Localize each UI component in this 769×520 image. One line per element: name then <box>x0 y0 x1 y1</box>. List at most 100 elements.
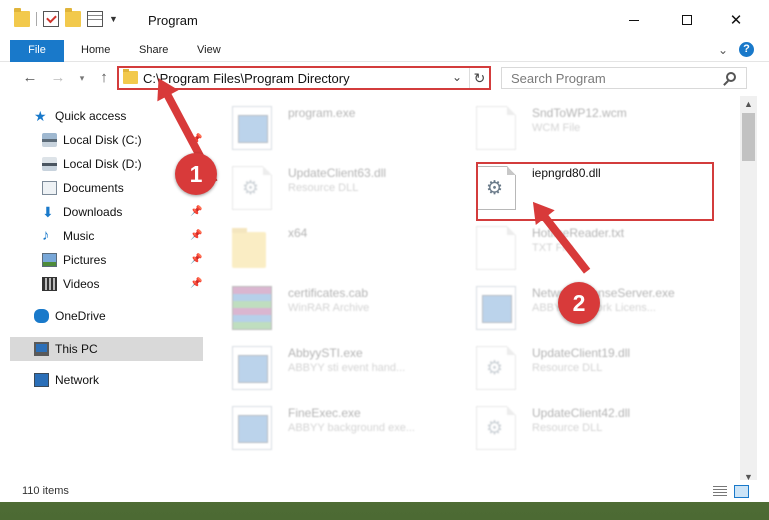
maximize-icon <box>682 15 692 25</box>
scroll-up-arrow-icon[interactable]: ▲ <box>740 96 757 113</box>
title-bar: ▼ Program ✕ <box>0 0 769 40</box>
sidebar-item-label: Downloads <box>63 205 123 219</box>
file-name: NetworkLicenseServer.exe <box>532 286 675 300</box>
sidebar-item-label: Quick access <box>55 109 127 123</box>
back-arrow-icon[interactable]: ← <box>20 68 40 88</box>
callout-step-2: 2 <box>558 282 600 324</box>
window-title: Program <box>148 13 198 28</box>
file-icon <box>476 226 516 270</box>
expand-ribbon-chevron-icon[interactable]: ⌄ <box>718 43 728 57</box>
gear-file-icon <box>232 166 272 210</box>
vertical-scrollbar[interactable]: ▲ ▼ <box>740 96 757 486</box>
file-highlight-box <box>476 162 714 221</box>
help-icon[interactable]: ? <box>739 42 754 57</box>
file-tile[interactable]: program.exe <box>224 100 474 158</box>
file-name: certificates.cab <box>288 286 369 300</box>
file-icon <box>476 106 516 150</box>
file-tile[interactable]: x64 <box>224 220 474 278</box>
exe-icon <box>476 286 516 330</box>
file-type: WCM File <box>532 122 581 134</box>
new-folder-icon[interactable] <box>65 8 81 27</box>
large-icons-view-icon[interactable] <box>734 485 749 498</box>
cloud-icon <box>34 309 49 323</box>
file-name: FineExec.exe <box>288 406 361 420</box>
search-box[interactable]: Search Program <box>501 67 747 89</box>
recent-locations-chevron-icon[interactable]: ▾ <box>72 68 92 88</box>
sidebar-item-label: Music <box>63 229 95 243</box>
sidebar-item-label: Pictures <box>63 253 107 267</box>
file-type: ABBYY sti event hand... <box>288 362 406 374</box>
refresh-icon[interactable]: ↻ <box>469 68 489 88</box>
drive-icon <box>42 133 57 147</box>
item-count: 110 items <box>22 485 69 497</box>
file-list: program.exe SndToWP12.wcm WCM File Updat… <box>212 100 740 478</box>
pin-icon[interactable]: 📌 <box>190 249 202 271</box>
customize-toolbar-chevron-icon[interactable]: ▼ <box>109 14 118 24</box>
status-bar: 110 items <box>0 480 769 502</box>
file-tile[interactable]: SndToWP12.wcm WCM File <box>468 100 718 158</box>
exe-icon <box>232 106 272 150</box>
maximize-button[interactable] <box>664 0 710 40</box>
address-dropdown-chevron-icon[interactable]: ⌄ <box>452 70 462 84</box>
file-type: ABBYY background exe... <box>288 422 415 434</box>
scrollbar-thumb[interactable] <box>742 113 755 161</box>
archive-icon <box>232 286 272 330</box>
search-input[interactable]: Search Program <box>511 71 606 86</box>
file-tile[interactable]: HotlineReader.txt TXT File <box>468 220 718 278</box>
pin-icon[interactable]: 📌 <box>190 201 202 223</box>
file-tile[interactable]: UpdateClient63.dll Resource DLL <box>224 160 474 218</box>
folder-icon[interactable] <box>14 8 30 27</box>
quick-access-toolbar: ▼ <box>14 8 118 27</box>
forward-arrow-icon[interactable]: → <box>48 68 68 88</box>
file-tile[interactable]: UpdateClient19.dll Resource DLL <box>468 340 718 398</box>
file-type: WinRAR Archive <box>288 302 370 314</box>
file-tile[interactable]: AbbyySTI.exe ABBYY sti event hand... <box>224 340 474 398</box>
sidebar-item-label: Local Disk (D:) <box>63 157 142 171</box>
properties-icon[interactable] <box>87 11 103 27</box>
pictures-icon <box>42 253 57 267</box>
file-tile[interactable]: UpdateClient42.dll Resource DLL <box>468 400 718 458</box>
pin-icon[interactable]: 📌 <box>190 225 202 247</box>
file-type: Resource DLL <box>532 362 603 374</box>
star-icon: ★ <box>34 108 47 124</box>
sidebar-item-label: Documents <box>63 181 124 195</box>
navigation-bar: ← → ▾ ↑ C:\Program Files\Program Directo… <box>0 62 769 96</box>
exe-icon <box>232 346 272 390</box>
tab-share[interactable]: Share <box>139 40 168 62</box>
sidebar-item-label: Local Disk (C:) <box>63 133 142 147</box>
tab-view[interactable]: View <box>197 40 221 62</box>
file-tile[interactable]: FineExec.exe ABBYY background exe... <box>224 400 474 458</box>
file-name: x64 <box>288 226 308 240</box>
tab-file[interactable]: File <box>10 40 64 62</box>
pin-icon[interactable]: 📌 <box>190 273 202 295</box>
file-name: UpdateClient19.dll <box>532 346 631 360</box>
file-name: HotlineReader.txt <box>532 226 625 240</box>
details-view-icon[interactable] <box>713 486 727 497</box>
search-icon[interactable] <box>726 72 736 82</box>
computer-icon <box>34 342 49 356</box>
file-name: program.exe <box>288 106 356 120</box>
network-icon <box>34 373 49 387</box>
sidebar-item-label: Videos <box>63 277 100 291</box>
download-arrow-icon: ⬇ <box>42 204 54 220</box>
file-type: Resource DLL <box>532 422 603 434</box>
exe-icon <box>232 406 272 450</box>
minimize-icon <box>629 19 639 21</box>
gear-file-icon <box>476 346 516 390</box>
folder-icon <box>232 228 266 268</box>
callout-step-1: 1 <box>175 153 217 195</box>
navigation-pane: ★ Quick access Local Disk (C:) 📌 Local D… <box>0 100 208 478</box>
file-tile[interactable]: certificates.cab WinRAR Archive <box>224 280 474 338</box>
close-button[interactable]: ✕ <box>713 0 759 40</box>
sidebar-item-label: Network <box>55 373 100 387</box>
close-icon: ✕ <box>729 12 743 29</box>
file-type: Resource DLL <box>288 182 359 194</box>
up-arrow-icon[interactable]: ↑ <box>94 68 114 88</box>
minimize-button[interactable] <box>611 0 657 40</box>
file-name: UpdateClient42.dll <box>532 406 631 420</box>
properties-check-icon[interactable] <box>43 11 59 27</box>
sidebar-item-label: OneDrive <box>55 309 106 323</box>
gear-file-icon <box>476 406 516 450</box>
file-name: UpdateClient63.dll <box>288 166 387 180</box>
tab-home[interactable]: Home <box>81 40 110 62</box>
